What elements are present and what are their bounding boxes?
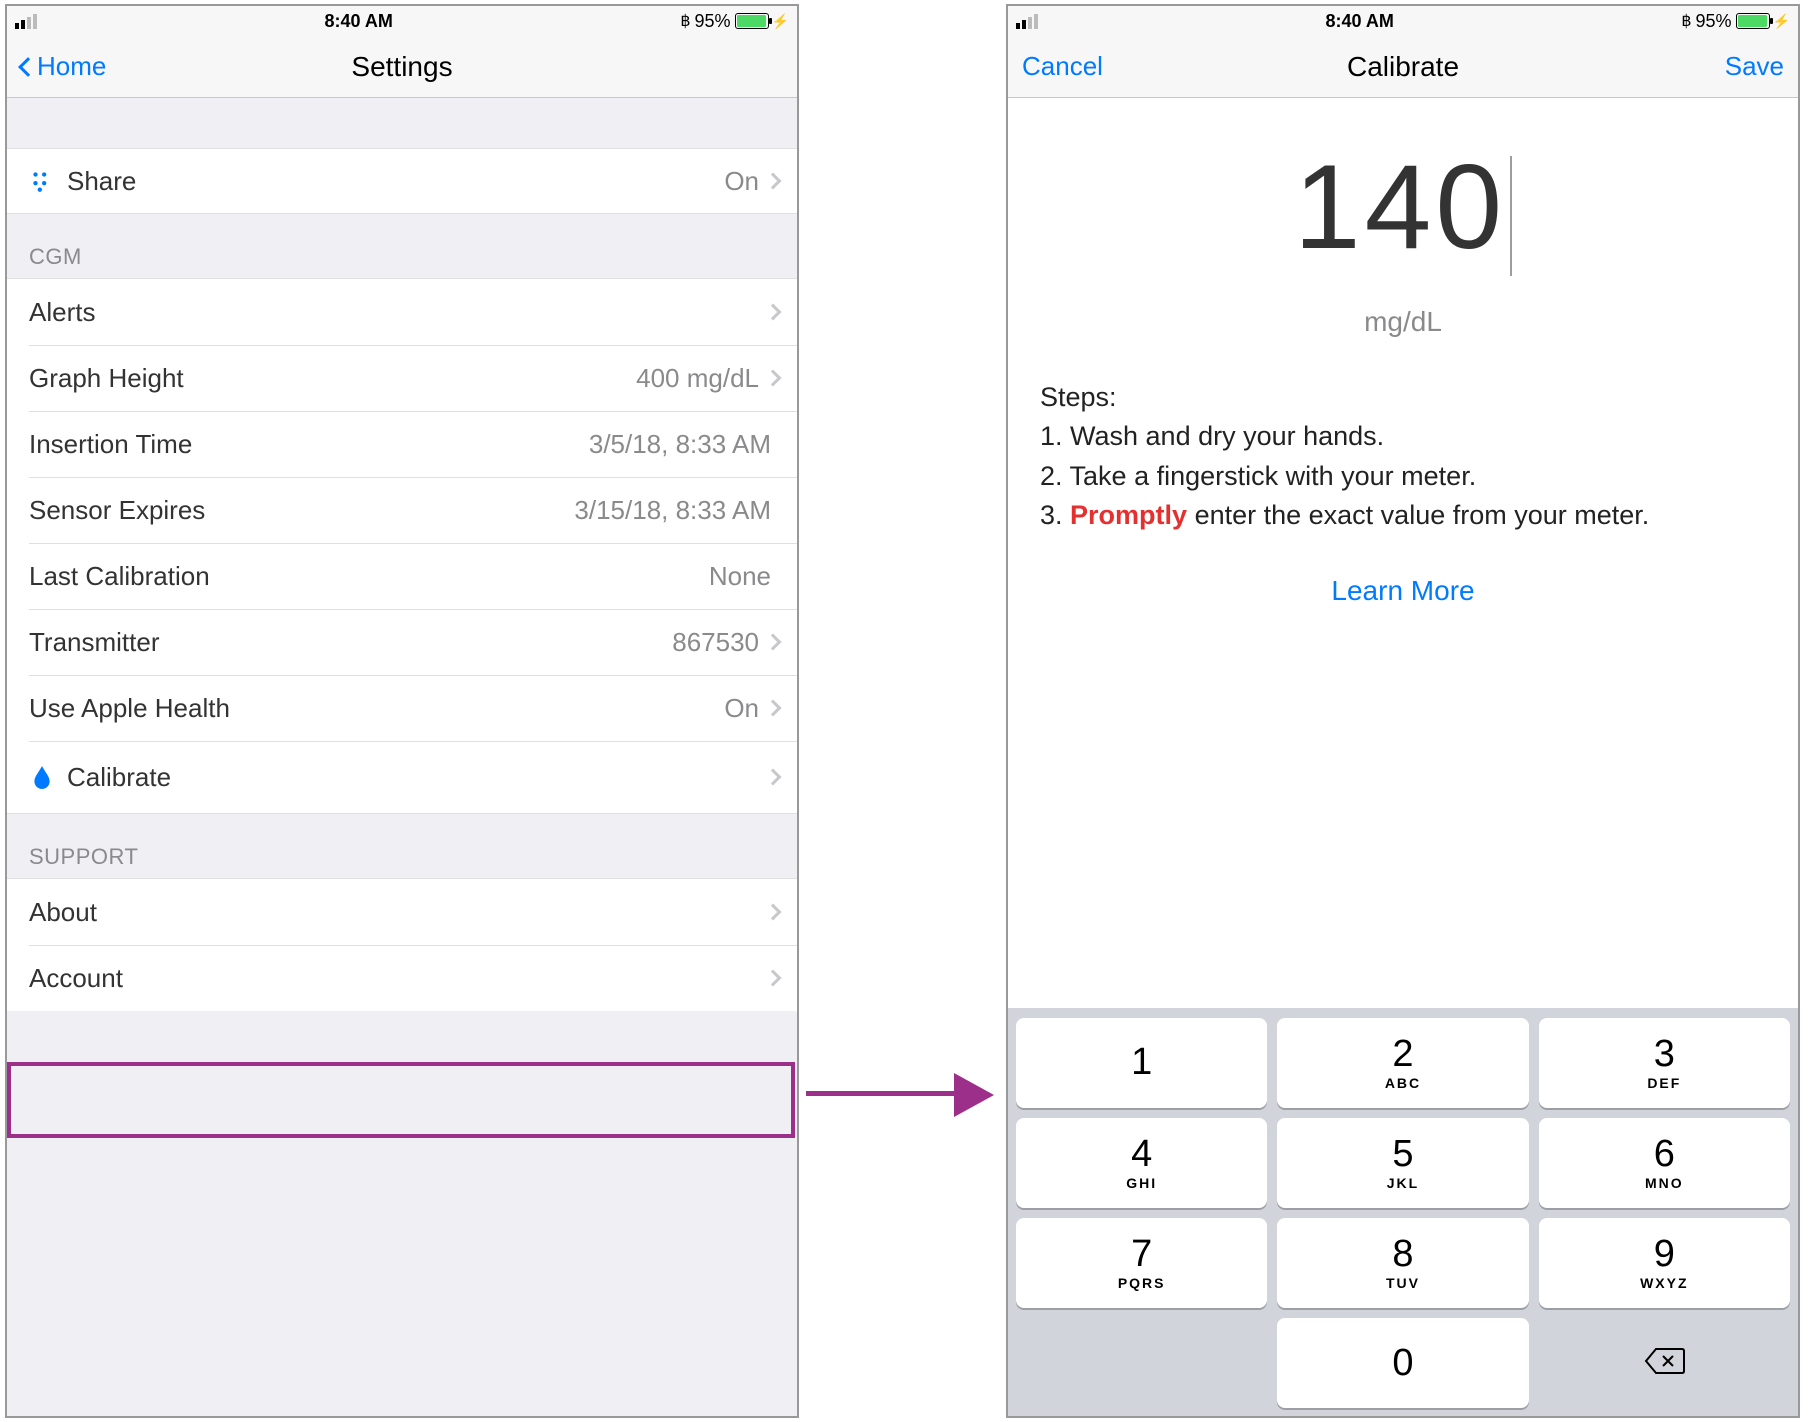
transmitter-label: Transmitter bbox=[29, 627, 160, 658]
apple-health-label: Use Apple Health bbox=[29, 693, 230, 724]
sensor-expires-row[interactable]: Sensor Expires 3/15/18, 8:33 AM bbox=[7, 477, 797, 543]
key-3[interactable]: 3DEF bbox=[1539, 1018, 1790, 1108]
alerts-row[interactable]: Alerts bbox=[7, 279, 797, 345]
bluetooth-icon: ฿ bbox=[1681, 11, 1691, 31]
glucose-value: 140 bbox=[1294, 140, 1506, 274]
status-time: 8:40 AM bbox=[1325, 11, 1393, 32]
back-label: Home bbox=[37, 51, 106, 82]
learn-more-link[interactable]: Learn More bbox=[1008, 575, 1798, 607]
battery-percent: 95% bbox=[1696, 11, 1732, 32]
apple-health-row[interactable]: Use Apple Health On bbox=[7, 675, 797, 741]
nav-bar: Home Settings bbox=[7, 36, 797, 98]
cancel-label: Cancel bbox=[1022, 51, 1103, 82]
key-7[interactable]: 7PQRS bbox=[1016, 1218, 1267, 1308]
insertion-time-label: Insertion Time bbox=[29, 429, 192, 460]
key-1[interactable]: 1 bbox=[1016, 1018, 1267, 1108]
nav-bar: Cancel Calibrate Save bbox=[1008, 36, 1798, 98]
glucose-input[interactable]: 140 bbox=[1008, 138, 1798, 276]
status-time: 8:40 AM bbox=[324, 11, 392, 32]
chevron-right-icon bbox=[765, 304, 782, 321]
steps-text: Steps: 1. Wash and dry your hands. 2. Ta… bbox=[1008, 338, 1798, 535]
about-label: About bbox=[29, 897, 97, 928]
flow-arrow bbox=[806, 1073, 996, 1113]
chevron-right-icon bbox=[765, 634, 782, 651]
save-button[interactable]: Save bbox=[1711, 36, 1798, 97]
key-8[interactable]: 8TUV bbox=[1277, 1218, 1528, 1308]
status-bar: 8:40 AM ฿ 95% ⚡ bbox=[7, 6, 797, 36]
step-2: 2. Take a fingerstick with your meter. bbox=[1040, 457, 1766, 496]
graph-height-row[interactable]: Graph Height 400 mg/dL bbox=[7, 345, 797, 411]
share-row[interactable]: Share On bbox=[7, 148, 797, 214]
last-calibration-label: Last Calibration bbox=[29, 561, 210, 592]
sensor-expires-value: 3/15/18, 8:33 AM bbox=[574, 495, 771, 526]
battery-icon bbox=[735, 13, 769, 29]
account-label: Account bbox=[29, 963, 123, 994]
transmitter-row[interactable]: Transmitter 867530 bbox=[7, 609, 797, 675]
share-value: On bbox=[724, 166, 759, 197]
cgm-section-header: CGM bbox=[7, 214, 797, 278]
share-icon bbox=[29, 168, 55, 194]
insertion-time-row[interactable]: Insertion Time 3/5/18, 8:33 AM bbox=[7, 411, 797, 477]
key-blank bbox=[1016, 1318, 1267, 1408]
drop-icon bbox=[29, 764, 55, 790]
chevron-right-icon bbox=[765, 370, 782, 387]
account-row[interactable]: Account bbox=[7, 945, 797, 1011]
chevron-right-icon bbox=[765, 970, 782, 987]
transmitter-value: 867530 bbox=[672, 627, 759, 658]
status-bar: 8:40 AM ฿ 95% ⚡ bbox=[1008, 6, 1798, 36]
key-backspace[interactable] bbox=[1539, 1318, 1790, 1408]
chevron-right-icon bbox=[765, 173, 782, 190]
key-4[interactable]: 4GHI bbox=[1016, 1118, 1267, 1208]
key-9[interactable]: 9WXYZ bbox=[1539, 1218, 1790, 1308]
calibrate-body: 140 mg/dL Steps: 1. Wash and dry your ha… bbox=[1008, 98, 1798, 1008]
nav-title: Calibrate bbox=[1347, 51, 1459, 83]
cancel-button[interactable]: Cancel bbox=[1008, 36, 1117, 97]
steps-title: Steps: bbox=[1040, 378, 1766, 417]
chevron-right-icon bbox=[765, 769, 782, 786]
save-label: Save bbox=[1725, 51, 1784, 82]
backspace-icon bbox=[1642, 1345, 1686, 1382]
about-row[interactable]: About bbox=[7, 879, 797, 945]
step-1: 1. Wash and dry your hands. bbox=[1040, 417, 1766, 456]
signal-icon bbox=[1016, 14, 1038, 29]
insertion-time-value: 3/5/18, 8:33 AM bbox=[589, 429, 771, 460]
step-3: 3. Promptly enter the exact value from y… bbox=[1040, 496, 1766, 535]
graph-height-value: 400 mg/dL bbox=[636, 363, 759, 394]
key-5[interactable]: 5JKL bbox=[1277, 1118, 1528, 1208]
key-6[interactable]: 6MNO bbox=[1539, 1118, 1790, 1208]
support-section-header: SUPPORT bbox=[7, 814, 797, 878]
chevron-left-icon bbox=[18, 57, 38, 77]
apple-health-value: On bbox=[724, 693, 759, 724]
key-0[interactable]: 0 bbox=[1277, 1318, 1528, 1408]
charging-icon: ⚡ bbox=[1773, 13, 1790, 30]
key-2[interactable]: 2ABC bbox=[1277, 1018, 1528, 1108]
highlight-calibrate bbox=[7, 1062, 795, 1138]
calibrate-label: Calibrate bbox=[67, 762, 171, 793]
alerts-label: Alerts bbox=[29, 297, 95, 328]
chevron-right-icon bbox=[765, 700, 782, 717]
charging-icon: ⚡ bbox=[772, 13, 789, 30]
last-calibration-row[interactable]: Last Calibration None bbox=[7, 543, 797, 609]
calibrate-row[interactable]: Calibrate bbox=[7, 741, 797, 813]
share-label: Share bbox=[67, 166, 136, 197]
battery-icon bbox=[1736, 13, 1770, 29]
signal-icon bbox=[15, 14, 37, 29]
sensor-expires-label: Sensor Expires bbox=[29, 495, 205, 526]
nav-title: Settings bbox=[351, 51, 452, 83]
last-calibration-value: None bbox=[709, 561, 771, 592]
numeric-keyboard: 1 2ABC 3DEF 4GHI 5JKL 6MNO 7PQRS 8TUV 9W… bbox=[1008, 1008, 1798, 1416]
battery-percent: 95% bbox=[695, 11, 731, 32]
glucose-unit: mg/dL bbox=[1008, 306, 1798, 338]
graph-height-label: Graph Height bbox=[29, 363, 184, 394]
back-button[interactable]: Home bbox=[7, 36, 120, 97]
promptly-emphasis: Promptly bbox=[1070, 500, 1187, 530]
chevron-right-icon bbox=[765, 904, 782, 921]
text-cursor bbox=[1510, 156, 1512, 276]
bluetooth-icon: ฿ bbox=[680, 11, 690, 31]
settings-screen: 8:40 AM ฿ 95% ⚡ Home Settings Share On C… bbox=[5, 4, 799, 1418]
calibrate-screen: 8:40 AM ฿ 95% ⚡ Cancel Calibrate Save 14… bbox=[1006, 4, 1800, 1418]
